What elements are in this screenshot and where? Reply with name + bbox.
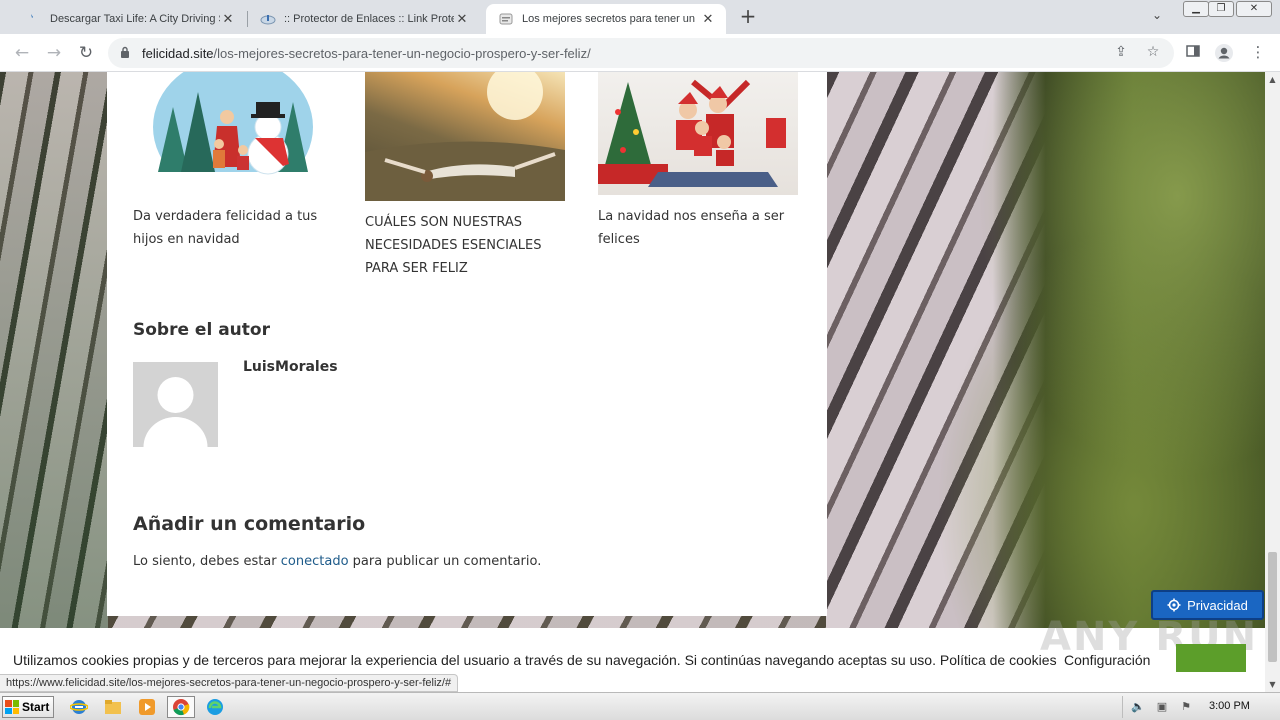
tab-felicidad[interactable]: Los mejores secretos para tener un ✕ [486, 4, 726, 34]
privacy-button[interactable]: Privacidad [1151, 590, 1264, 620]
article-content: Da verdadera felicidad a tus hijos en na… [107, 72, 827, 616]
lock-icon[interactable] [120, 46, 130, 58]
related-post-image-3[interactable] [598, 72, 798, 195]
page-icon [498, 11, 514, 27]
cookie-message: Utilizamos cookies propias y de terceros… [13, 652, 1057, 668]
media-player-icon[interactable] [136, 697, 158, 717]
tab-title: Descargar Taxi Life: A City Driving Si [50, 13, 220, 25]
page-scrollbar[interactable]: ▲ ▼ [1265, 72, 1280, 692]
browser-toolbar: ← → ↻ felicidad.site/los-mejores-secreto… [0, 34, 1280, 72]
speaker-icon[interactable]: 🔈 [1131, 700, 1145, 714]
system-tray: 🔈 ▣ ⚑ 3:00 PM [1122, 696, 1278, 718]
comment-notice-prefix: Lo siento, debes estar [133, 554, 281, 569]
close-icon[interactable]: ✕ [700, 11, 716, 27]
scroll-up-arrow-icon[interactable]: ▲ [1265, 72, 1280, 87]
file-explorer-icon[interactable] [102, 697, 124, 717]
tab-title: :: Protector de Enlaces :: Link Protec [284, 13, 454, 25]
login-link[interactable]: conectado [281, 554, 349, 569]
cookie-config-link[interactable]: Configuración [1064, 652, 1150, 668]
comment-heading: Añadir un comentario [133, 513, 366, 535]
edge-icon[interactable] [204, 697, 226, 717]
related-post-title-2[interactable]: CUÁLES SON NUESTRAS NECESIDADES ESENCIAL… [365, 211, 545, 280]
forward-arrow-icon[interactable]: → [42, 41, 66, 65]
back-arrow-icon[interactable]: ← [10, 41, 34, 65]
windows-taskbar: Start 🔈 ▣ ⚑ 3:00 PM [0, 692, 1280, 720]
gear-icon [1167, 598, 1181, 612]
cloud-icon [260, 11, 276, 27]
page-viewport: Da verdadera felicidad a tus hijos en na… [0, 72, 1265, 692]
side-panel-icon[interactable] [1183, 43, 1203, 63]
feather-icon [26, 11, 42, 27]
watermark-badge [1176, 644, 1246, 672]
reload-icon[interactable]: ↻ [74, 41, 98, 65]
comment-notice-suffix: para publicar un comentario. [348, 554, 542, 569]
bookmark-star-icon[interactable]: ☆ [1144, 44, 1162, 62]
related-post-title-3[interactable]: La navidad nos enseña a ser felices [598, 205, 788, 251]
restore-window-button[interactable]: ❐ [1208, 1, 1234, 17]
close-icon[interactable]: ✕ [454, 11, 470, 27]
menu-kebab-icon[interactable]: ⋮ [1248, 43, 1268, 63]
comment-login-notice: Lo siento, debes estar conectado para pu… [133, 554, 541, 569]
author-name[interactable]: LuisMorales [243, 359, 338, 375]
tab-strip: Descargar Taxi Life: A City Driving Si ✕… [0, 0, 1280, 34]
author-heading: Sobre el autor [133, 320, 270, 340]
start-label: Start [22, 700, 50, 714]
scroll-down-arrow-icon[interactable]: ▼ [1265, 677, 1280, 692]
new-tab-button[interactable]: + [737, 6, 759, 28]
default-avatar-icon [143, 377, 208, 447]
start-button[interactable]: Start [2, 696, 54, 718]
related-post-image-2[interactable] [365, 72, 565, 201]
status-url-bubble: https://www.felicidad.site/los-mejores-s… [0, 674, 459, 692]
share-icon[interactable]: ⇪ [1112, 44, 1130, 62]
related-post-image-1[interactable] [133, 72, 333, 195]
minimize-window-button[interactable]: ▁ [1183, 1, 1209, 17]
action-center-flag-icon[interactable]: ⚑ [1179, 700, 1193, 714]
close-icon[interactable]: ✕ [220, 11, 236, 27]
privacy-button-label: Privacidad [1187, 597, 1248, 613]
tab-title: Los mejores secretos para tener un [522, 13, 696, 25]
internet-explorer-icon[interactable] [68, 697, 90, 717]
tab-taxi-life[interactable]: Descargar Taxi Life: A City Driving Si ✕ [14, 4, 246, 34]
related-post-title-1[interactable]: Da verdadera felicidad a tus hijos en na… [133, 205, 323, 251]
profile-avatar-icon[interactable] [1214, 43, 1234, 63]
tab-link-protector[interactable]: :: Protector de Enlaces :: Link Protec ✕ [248, 4, 480, 34]
chrome-icon[interactable] [167, 696, 195, 718]
avatar [133, 362, 218, 447]
scroll-thumb[interactable] [1268, 552, 1277, 662]
background-image-left [0, 72, 108, 692]
windows-logo-icon [5, 700, 19, 714]
url-text: felicidad.site/los-mejores-secretos-para… [142, 46, 591, 61]
tab-search-chevron-icon[interactable]: ⌄ [1152, 8, 1162, 22]
address-bar[interactable]: felicidad.site/los-mejores-secretos-para… [108, 38, 1174, 68]
clock[interactable]: 3:00 PM [1209, 700, 1250, 712]
close-window-button[interactable]: ✕ [1236, 1, 1272, 17]
network-icon[interactable]: ▣ [1155, 700, 1169, 714]
